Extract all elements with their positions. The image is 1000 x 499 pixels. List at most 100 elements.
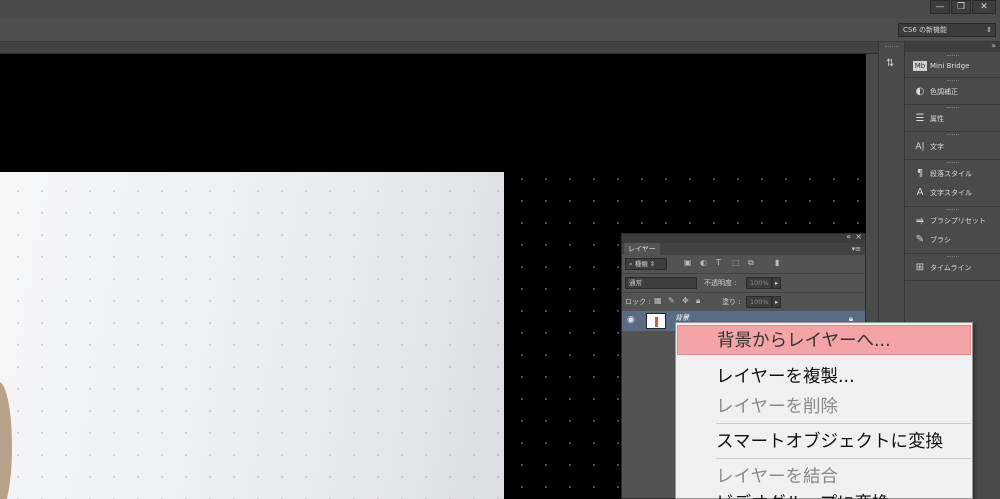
smart-object-filter-icon[interactable]: ⧉ [748,258,754,268]
tab-layers[interactable]: レイヤー [624,243,660,255]
blend-mode-select[interactable]: 通常 [625,277,697,289]
workspace-select[interactable]: CS6 の新機能 ⇕ [898,23,996,37]
type-filter-icon[interactable]: T [716,258,721,267]
dock-item-brush-presets[interactable]: ⥤ ブラシプリセット [905,212,1000,230]
document-tab-strip [0,42,878,54]
dock-divider [905,104,1000,105]
dock-item-label: 文字スタイル [930,189,972,197]
history-icon[interactable]: ⇅ [886,58,894,69]
close-panel-icon[interactable]: × [855,232,862,241]
dock-header: » [905,41,1000,52]
lock-transparent-icon[interactable]: ▦ [654,296,662,305]
character-styles-icon: A [916,187,924,198]
dock-item-properties[interactable]: ☰ 属性 [905,110,1000,128]
filter-row: ⌕ 種類 ⇕ ▣ ◐ T ⬚ ⧉ ▮ [622,255,865,274]
menu-item-convert-to-smart-object[interactable]: スマートオブジェクトに変換 [677,427,971,457]
thumbnail-figure [655,317,658,327]
dock-group-grip[interactable] [947,80,959,81]
lock-position-icon[interactable]: ✥ [682,296,689,305]
workspace-select-value: CS6 の新機能 [903,26,948,34]
expand-panels-icon[interactable]: » [991,41,996,50]
dock-item-label: ブラシ [930,236,951,244]
paragraph-styles-icon: ¶ [916,168,924,179]
dock-item-label: ブラシプリセット [930,217,986,225]
layers-panel-header[interactable]: « × [622,232,865,243]
opacity-label: 不透明度 : [704,279,737,287]
dock-divider [905,280,1000,281]
adjustment-filter-icon[interactable]: ◐ [700,258,707,267]
grid-overlay [0,172,504,499]
dock-item-label: 属性 [930,115,944,123]
dock-divider [905,131,1000,132]
visibility-eye-icon[interactable]: ◉ [627,315,635,325]
close-button[interactable]: ✕ [972,0,996,14]
brush-presets-icon: ⥤ [916,215,924,226]
lock-all-icon[interactable]: 🔒︎ [696,296,700,306]
dock-divider [905,253,1000,254]
photoshop-window: — ❐ ✕ CS6 の新機能 ⇕ ⇅ » Mb Mini Bridge ◐ 色調… [0,0,1000,499]
dock-item-timeline[interactable]: ⊞ タイムライン [905,259,1000,277]
dock-item-brush[interactable]: ✎ ブラシ [905,231,1000,249]
dock-divider [905,77,1000,78]
strip-grip[interactable] [885,46,899,48]
dock-item-label: 文字 [930,143,944,151]
dock-group-grip[interactable] [947,107,959,108]
timeline-icon: ⊞ [915,262,925,273]
menu-bar: — ❐ ✕ [0,0,1000,18]
blend-row: 通常 不透明度 : 100% ▸ [622,274,865,293]
shape-filter-icon[interactable]: ⬚ [732,258,740,267]
dock-group-grip[interactable] [947,134,959,135]
dock-item-character-styles[interactable]: A 文字スタイル [905,184,1000,202]
character-icon: A| [915,142,925,152]
filter-kind-select[interactable]: ⌕ 種類 ⇕ [625,258,667,270]
menu-item-delete-layer: レイヤーを削除 [716,397,838,417]
fill-dropdown[interactable]: ▸ [772,296,781,308]
dock-item-paragraph-styles[interactable]: ¶ 段落スタイル [905,165,1000,183]
mini-bridge-icon: Mb [913,61,927,71]
fill-value: 100% [750,298,769,306]
options-bar: CS6 の新機能 ⇕ [0,18,1000,42]
pixel-filter-icon[interactable]: ▣ [684,258,692,267]
fill-input[interactable]: 100% [746,296,772,308]
lock-row: ロック : ▦ ✎ ✥ 🔒︎ 塗り : 100% ▸ [622,293,865,312]
menu-item-layer-from-background[interactable]: 背景からレイヤーへ... [677,325,971,355]
dock-group-grip[interactable] [947,209,959,210]
dock-item-mini-bridge[interactable]: Mb Mini Bridge [905,57,1000,75]
dock-item-label: 段落スタイル [930,170,972,178]
dock-group-grip[interactable] [947,55,959,56]
adjustments-icon: ◐ [915,86,925,97]
menu-separator [716,458,971,459]
lock-image-icon[interactable]: ✎ [668,296,675,305]
menu-item-merge-layers: レイヤーを結合 [716,467,838,487]
panel-menu-icon[interactable]: ▾≡ [852,243,861,255]
filter-toggle-icon[interactable]: ▮ [775,258,779,267]
filter-kind-value: 種類 [634,260,648,268]
dock-item-label: タイムライン [930,264,972,272]
opacity-dropdown[interactable]: ▸ [772,277,781,289]
layers-tab-bar: レイヤー ▾≡ [622,243,865,255]
lock-label: ロック : [625,298,651,306]
restore-button[interactable]: ❐ [951,0,971,14]
select-arrow-icon: ⇕ [986,26,992,34]
select-arrow-icon: ⇕ [647,260,656,268]
dock-divider [905,159,1000,160]
menu-item-convert-to-video-group[interactable]: ビデオグループに変換 [677,489,971,499]
opacity-value: 100% [750,279,769,287]
fill-label: 塗り : [722,298,741,306]
dock-item-label: 色調補正 [930,88,958,96]
dock-group-grip[interactable] [947,162,959,163]
dock-group-grip[interactable] [947,256,959,257]
layer-thumbnail [646,313,666,329]
dock-item-adjustments[interactable]: ◐ 色調補正 [905,83,1000,101]
context-menu: 背景からレイヤーへ... レイヤーを複製... レイヤーを削除 スマートオブジェ… [675,322,973,499]
dock-divider [905,206,1000,207]
brush-icon: ✎ [915,234,925,245]
properties-icon: ☰ [915,113,925,124]
collapse-panel-icon[interactable]: « [846,232,851,241]
opacity-input[interactable]: 100% [746,277,772,289]
minimize-button[interactable]: — [930,0,950,14]
blend-mode-value: 通常 [629,279,642,287]
dock-item-character[interactable]: A| 文字 [905,138,1000,156]
dock-item-label: Mini Bridge [930,62,970,70]
menu-item-duplicate-layer[interactable]: レイヤーを複製... [677,362,971,392]
